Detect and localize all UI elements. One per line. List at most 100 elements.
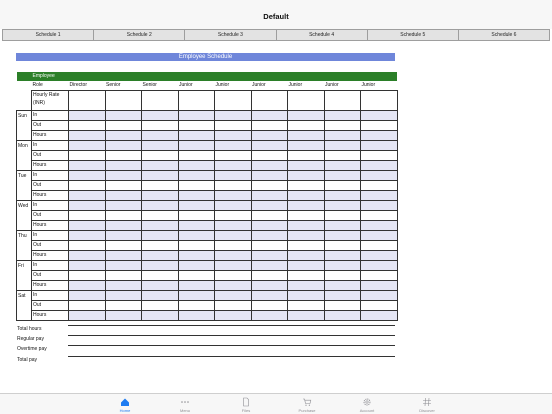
schedule-input-cell[interactable] bbox=[141, 219, 179, 231]
schedule-input-cell[interactable] bbox=[141, 269, 179, 281]
schedule-input-cell[interactable] bbox=[250, 259, 288, 271]
schedule-input-cell[interactable] bbox=[360, 159, 398, 171]
schedule-input-cell[interactable] bbox=[177, 109, 215, 121]
schedule-input-cell[interactable] bbox=[177, 179, 215, 191]
schedule-input-cell[interactable] bbox=[214, 229, 252, 241]
schedule-input-cell[interactable] bbox=[141, 249, 179, 261]
schedule-input-cell[interactable] bbox=[141, 199, 179, 211]
schedule-input-cell[interactable] bbox=[214, 119, 252, 131]
schedule-input-cell[interactable] bbox=[360, 129, 398, 141]
schedule-input-cell[interactable] bbox=[214, 219, 252, 231]
rate-input-cell[interactable] bbox=[104, 90, 142, 111]
schedule-input-cell[interactable] bbox=[177, 309, 215, 321]
schedule-input-cell[interactable] bbox=[323, 179, 361, 191]
schedule-input-cell[interactable] bbox=[104, 119, 142, 131]
schedule-input-cell[interactable] bbox=[177, 139, 215, 151]
schedule-input-cell[interactable] bbox=[323, 159, 361, 171]
schedule-input-cell[interactable] bbox=[323, 239, 361, 251]
schedule-input-cell[interactable] bbox=[68, 139, 106, 151]
tab-schedule-6[interactable]: Schedule 6 bbox=[459, 30, 549, 40]
schedule-input-cell[interactable] bbox=[250, 279, 288, 291]
schedule-input-cell[interactable] bbox=[68, 169, 106, 181]
schedule-input-cell[interactable] bbox=[68, 239, 106, 251]
schedule-input-cell[interactable] bbox=[141, 189, 179, 201]
schedule-input-cell[interactable] bbox=[68, 149, 106, 161]
schedule-input-cell[interactable] bbox=[68, 179, 106, 191]
schedule-input-cell[interactable] bbox=[360, 269, 398, 281]
schedule-input-cell[interactable] bbox=[68, 249, 106, 261]
schedule-input-cell[interactable] bbox=[323, 269, 361, 281]
schedule-input-cell[interactable] bbox=[68, 109, 106, 121]
bottom-tab-menu[interactable]: Menu bbox=[165, 395, 205, 413]
schedule-input-cell[interactable] bbox=[250, 269, 288, 281]
schedule-input-cell[interactable] bbox=[214, 189, 252, 201]
tab-schedule-2[interactable]: Schedule 2 bbox=[94, 30, 186, 40]
schedule-input-cell[interactable] bbox=[177, 209, 215, 221]
bottom-tab-account[interactable]: Account bbox=[347, 395, 387, 413]
schedule-input-cell[interactable] bbox=[214, 249, 252, 261]
schedule-input-cell[interactable] bbox=[250, 129, 288, 141]
schedule-input-cell[interactable] bbox=[104, 239, 142, 251]
schedule-input-cell[interactable] bbox=[68, 189, 106, 201]
schedule-input-cell[interactable] bbox=[104, 259, 142, 271]
schedule-input-cell[interactable] bbox=[141, 179, 179, 191]
schedule-input-cell[interactable] bbox=[214, 239, 252, 251]
schedule-input-cell[interactable] bbox=[360, 229, 398, 241]
schedule-input-cell[interactable] bbox=[104, 109, 142, 121]
schedule-input-cell[interactable] bbox=[287, 269, 325, 281]
total-value-line[interactable] bbox=[68, 335, 395, 337]
schedule-input-cell[interactable] bbox=[287, 239, 325, 251]
schedule-input-cell[interactable] bbox=[68, 299, 106, 311]
schedule-input-cell[interactable] bbox=[287, 129, 325, 141]
schedule-input-cell[interactable] bbox=[177, 219, 215, 231]
schedule-input-cell[interactable] bbox=[104, 229, 142, 241]
schedule-input-cell[interactable] bbox=[177, 289, 215, 301]
schedule-input-cell[interactable] bbox=[323, 259, 361, 271]
schedule-input-cell[interactable] bbox=[141, 229, 179, 241]
schedule-input-cell[interactable] bbox=[287, 209, 325, 221]
schedule-input-cell[interactable] bbox=[323, 309, 361, 321]
schedule-input-cell[interactable] bbox=[104, 309, 142, 321]
schedule-input-cell[interactable] bbox=[287, 189, 325, 201]
schedule-input-cell[interactable] bbox=[104, 269, 142, 281]
schedule-input-cell[interactable] bbox=[360, 249, 398, 261]
schedule-input-cell[interactable] bbox=[104, 169, 142, 181]
schedule-input-cell[interactable] bbox=[360, 169, 398, 181]
schedule-input-cell[interactable] bbox=[250, 209, 288, 221]
schedule-input-cell[interactable] bbox=[214, 129, 252, 141]
schedule-input-cell[interactable] bbox=[68, 119, 106, 131]
schedule-input-cell[interactable] bbox=[323, 139, 361, 151]
schedule-input-cell[interactable] bbox=[141, 259, 179, 271]
schedule-input-cell[interactable] bbox=[323, 219, 361, 231]
schedule-input-cell[interactable] bbox=[104, 289, 142, 301]
rate-input-cell[interactable] bbox=[360, 90, 398, 111]
schedule-input-cell[interactable] bbox=[323, 229, 361, 241]
schedule-input-cell[interactable] bbox=[141, 139, 179, 151]
schedule-input-cell[interactable] bbox=[214, 279, 252, 291]
schedule-input-cell[interactable] bbox=[287, 279, 325, 291]
schedule-input-cell[interactable] bbox=[214, 199, 252, 211]
schedule-input-cell[interactable] bbox=[323, 299, 361, 311]
schedule-input-cell[interactable] bbox=[104, 299, 142, 311]
schedule-input-cell[interactable] bbox=[68, 229, 106, 241]
schedule-input-cell[interactable] bbox=[250, 159, 288, 171]
schedule-input-cell[interactable] bbox=[68, 219, 106, 231]
schedule-input-cell[interactable] bbox=[287, 259, 325, 271]
schedule-input-cell[interactable] bbox=[360, 299, 398, 311]
schedule-input-cell[interactable] bbox=[214, 309, 252, 321]
schedule-input-cell[interactable] bbox=[68, 199, 106, 211]
schedule-input-cell[interactable] bbox=[323, 249, 361, 261]
schedule-input-cell[interactable] bbox=[68, 279, 106, 291]
schedule-input-cell[interactable] bbox=[250, 289, 288, 301]
tab-schedule-4[interactable]: Schedule 4 bbox=[277, 30, 368, 40]
schedule-input-cell[interactable] bbox=[323, 289, 361, 301]
schedule-input-cell[interactable] bbox=[250, 249, 288, 261]
schedule-input-cell[interactable] bbox=[104, 179, 142, 191]
rate-input-cell[interactable] bbox=[287, 90, 325, 111]
schedule-input-cell[interactable] bbox=[323, 129, 361, 141]
rate-input-cell[interactable] bbox=[68, 90, 106, 111]
schedule-input-cell[interactable] bbox=[214, 169, 252, 181]
schedule-input-cell[interactable] bbox=[360, 279, 398, 291]
schedule-input-cell[interactable] bbox=[360, 179, 398, 191]
total-value-line[interactable] bbox=[68, 355, 395, 357]
